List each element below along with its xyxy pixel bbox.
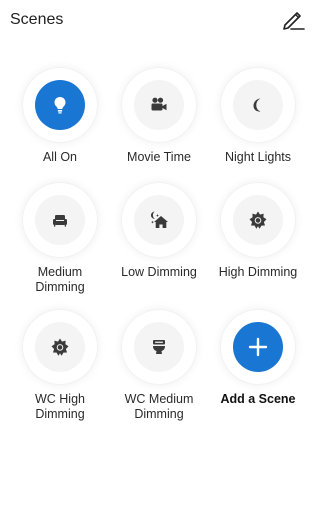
add-scene-tile[interactable]: Add a Scene bbox=[208, 310, 308, 407]
add-scene-label: Add a Scene bbox=[220, 392, 296, 406]
couch-icon bbox=[53, 215, 67, 227]
scene-label: All On bbox=[42, 150, 78, 164]
page-title: Scenes bbox=[10, 11, 64, 28]
scene-movie-time[interactable]: Movie Time bbox=[109, 68, 209, 165]
scene-label: Low Dimming bbox=[121, 265, 197, 279]
house-night-icon bbox=[151, 211, 168, 228]
scene-button[interactable] bbox=[23, 68, 97, 142]
add-scene-button[interactable] bbox=[221, 310, 295, 384]
scene-wc-high-dimming[interactable]: WC High Dimming bbox=[10, 310, 110, 422]
camera-icon bbox=[151, 97, 167, 111]
sun-icon bbox=[249, 211, 267, 229]
header: Scenes bbox=[0, 0, 318, 44]
edit-pencil-icon bbox=[283, 12, 305, 30]
scene-button[interactable] bbox=[23, 310, 97, 384]
edit-button[interactable] bbox=[280, 6, 306, 32]
moon-icon bbox=[253, 98, 261, 112]
sun-icon bbox=[51, 338, 69, 356]
scene-low-dimming[interactable]: Low Dimming bbox=[109, 183, 209, 280]
lightbulb-icon bbox=[54, 97, 66, 114]
scene-label: Night Lights bbox=[224, 150, 291, 164]
scene-label: WC High Dimming bbox=[34, 392, 85, 421]
scene-button[interactable] bbox=[122, 68, 196, 142]
scene-medium-dimming[interactable]: Medium Dimming bbox=[10, 183, 110, 295]
scene-button[interactable] bbox=[122, 183, 196, 257]
scene-button[interactable] bbox=[221, 183, 295, 257]
scene-night-lights[interactable]: Night Lights bbox=[208, 68, 308, 165]
scene-button[interactable] bbox=[221, 68, 295, 142]
scene-wc-medium-dimming[interactable]: WC Medium Dimming bbox=[109, 310, 209, 422]
scene-all-on[interactable]: All On bbox=[10, 68, 110, 165]
scene-button[interactable] bbox=[122, 310, 196, 384]
scene-label: Medium Dimming bbox=[35, 265, 85, 294]
scene-label: WC Medium Dimming bbox=[124, 392, 194, 421]
scene-button[interactable] bbox=[23, 183, 97, 257]
scene-label: Movie Time bbox=[127, 150, 191, 164]
scene-high-dimming[interactable]: High Dimming bbox=[208, 183, 308, 280]
toilet-icon bbox=[153, 340, 165, 354]
scene-label: High Dimming bbox=[218, 265, 298, 279]
plus-icon bbox=[248, 337, 268, 357]
